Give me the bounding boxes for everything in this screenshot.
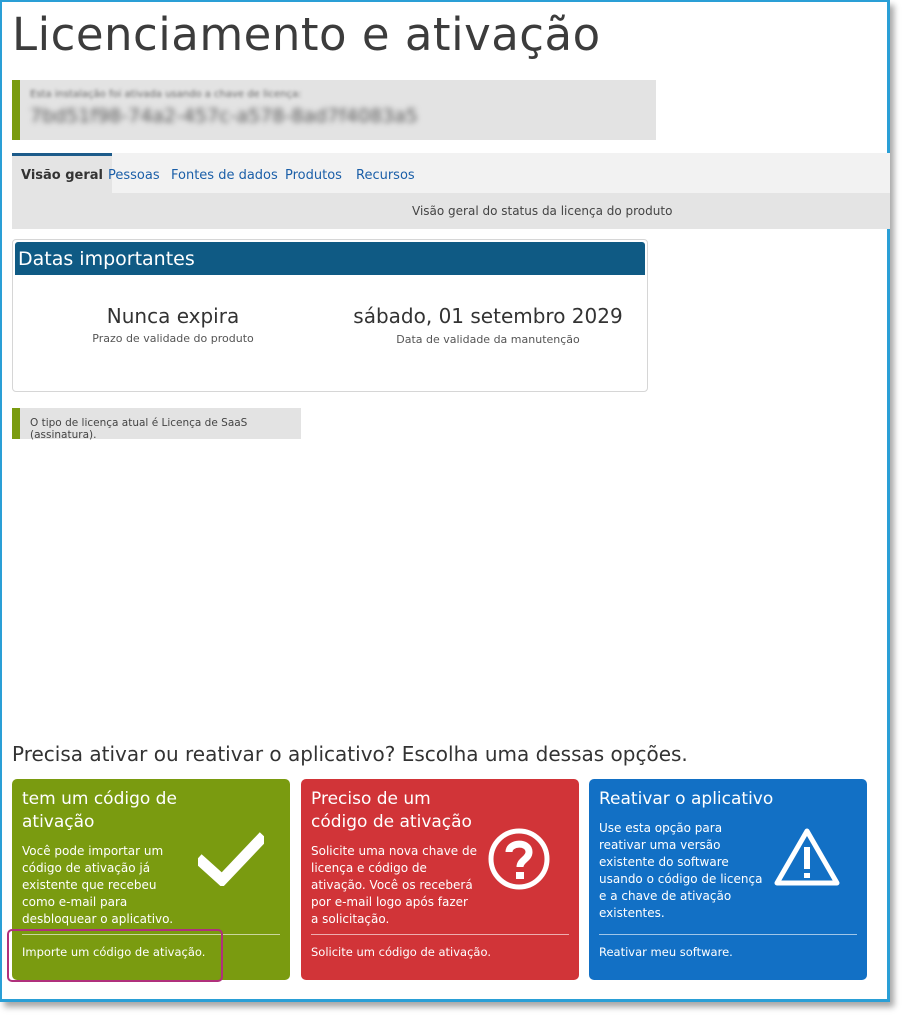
option-description: Use esta opção para reativar uma versão … — [599, 821, 763, 920]
option-title: Reativar o aplicativo — [599, 789, 774, 809]
warning-triangle-icon — [774, 828, 840, 886]
tab-subheader: Visão geral do status da licença do prod… — [12, 193, 890, 229]
option-title: tem um código de ativação — [22, 789, 177, 832]
option-divider — [311, 934, 569, 935]
maintenance-label: Data de validade da manutenção — [396, 333, 580, 346]
important-dates-card: Datas importantes Nunca expira Prazo de … — [12, 239, 648, 392]
checkmark-icon — [198, 832, 264, 886]
tab-visao-geral[interactable]: Visão geral — [12, 153, 113, 193]
subheader-text: Visão geral do status da licença do prod… — [412, 204, 673, 218]
tab-recursos[interactable]: Recursos — [356, 153, 415, 193]
tab-pessoas[interactable]: Pessoas — [108, 153, 160, 193]
option-reactivate-application[interactable]: Reativar o aplicativo Use esta opção par… — [589, 779, 867, 980]
license-key-value: 7bd51f98-74a2-457c-a578-8ad7f4083a5 — [30, 105, 418, 127]
question-circle-icon — [488, 828, 550, 890]
activation-question: Precisa ativar ou reativar o aplicativo?… — [12, 742, 688, 766]
page-title: Licenciamento e ativação — [12, 8, 601, 61]
license-type-box: O tipo de licença atual é Licença de Saa… — [12, 408, 301, 441]
option-description: Solicite uma nova chave de licença e cód… — [311, 844, 477, 926]
option-divider — [599, 934, 857, 935]
option-description: Você pode importar um código de ativação… — [22, 844, 174, 926]
highlight-outline — [7, 929, 223, 982]
tab-fontes-de-dados[interactable]: Fontes de dados — [171, 153, 278, 193]
tab-bar: Visão geral Pessoas Fontes de dados Prod… — [12, 153, 890, 193]
card-title: Datas importantes — [18, 248, 195, 270]
maintenance-value: sábado, 01 setembro 2029 — [353, 304, 623, 328]
request-activation-code-link[interactable]: Solicite um código de ativação. — [311, 945, 491, 959]
card-header: Datas importantes — [15, 242, 645, 275]
expiry-label: Prazo de validade do produto — [92, 332, 254, 345]
license-key-box: Esta instalação foi ativada usando a cha… — [12, 80, 656, 140]
license-key-caption: Esta instalação foi ativada usando a cha… — [30, 89, 302, 100]
option-need-activation-code[interactable]: Preciso de um código de ativação Solicit… — [301, 779, 579, 980]
expiry-value: Nunca expira — [106, 304, 240, 328]
reactivate-software-link[interactable]: Reativar meu software. — [599, 945, 733, 959]
tab-produtos[interactable]: Produtos — [285, 153, 342, 193]
option-title: Preciso de um código de ativação — [311, 789, 472, 832]
license-type-text: O tipo de licença atual é Licença de Saa… — [30, 417, 248, 441]
